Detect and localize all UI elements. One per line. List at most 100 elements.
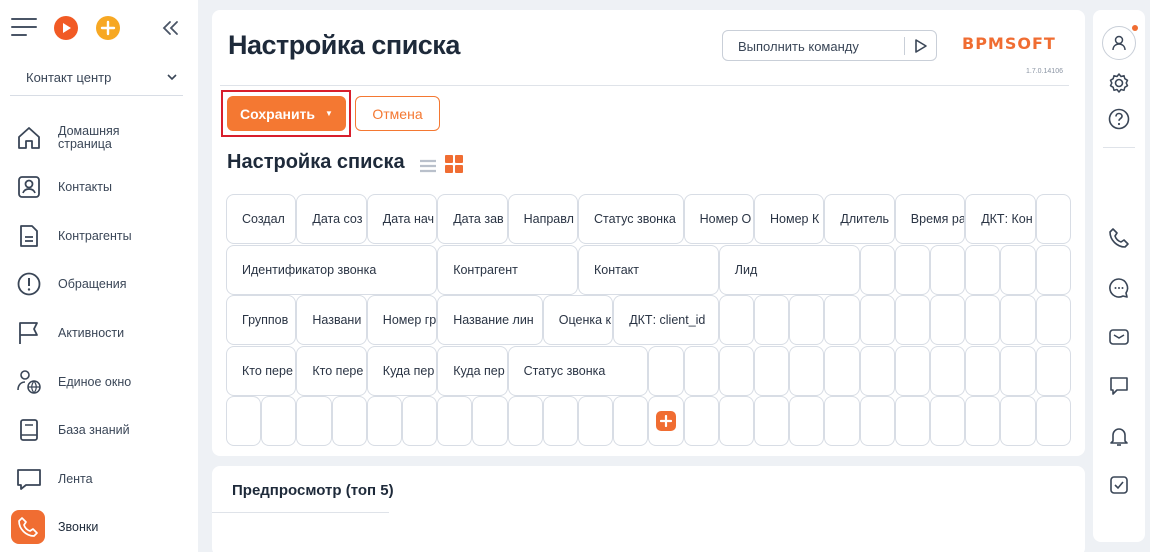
help-icon[interactable] [1106, 106, 1132, 132]
empty-grid-cell[interactable] [894, 244, 930, 295]
empty-grid-cell[interactable] [930, 295, 966, 346]
sidebar-item-cases[interactable]: Обращения [0, 261, 198, 307]
run-command-icon[interactable] [914, 38, 928, 59]
column-cell[interactable]: Идентификатор звонка [226, 244, 438, 295]
empty-grid-cell[interactable] [824, 396, 860, 447]
empty-grid-cell[interactable] [930, 396, 966, 447]
empty-grid-cell[interactable] [894, 295, 930, 346]
sidebar-item-home[interactable]: Домашняя страница [0, 115, 198, 161]
user-profile-icon[interactable] [1102, 25, 1138, 60]
empty-grid-cell[interactable] [859, 396, 895, 447]
column-cell[interactable]: Дата зав [437, 194, 508, 244]
empty-grid-cell[interactable] [613, 396, 649, 447]
column-cell[interactable]: Длитель [824, 194, 895, 244]
empty-grid-cell[interactable] [1035, 345, 1071, 396]
cancel-button[interactable]: Отмена [355, 96, 440, 131]
empty-grid-cell[interactable] [859, 295, 895, 346]
mail-icon[interactable] [1106, 324, 1132, 350]
empty-grid-cell[interactable] [718, 396, 754, 447]
gear-icon[interactable] [1106, 70, 1132, 96]
empty-grid-cell[interactable] [683, 396, 719, 447]
empty-grid-cell[interactable] [648, 345, 684, 396]
sidebar-item-omnichannel[interactable]: Единое окно [0, 359, 198, 405]
task-checkbox-icon[interactable] [1106, 472, 1132, 498]
empty-grid-cell[interactable] [507, 396, 543, 447]
column-cell[interactable]: ДКТ: client_id [613, 295, 719, 346]
empty-grid-cell[interactable] [683, 345, 719, 396]
column-cell[interactable]: Номер О [683, 194, 754, 244]
empty-grid-cell[interactable] [648, 396, 684, 447]
empty-grid-cell[interactable] [789, 345, 825, 396]
sidebar-item-accounts[interactable]: Контрагенты [0, 213, 198, 259]
column-cell[interactable]: Контакт [578, 244, 719, 295]
column-cell[interactable]: Оценка к [542, 295, 614, 346]
column-cell[interactable]: Статус звонка [507, 345, 649, 396]
empty-grid-cell[interactable] [894, 396, 930, 447]
empty-grid-cell[interactable] [859, 244, 895, 295]
empty-grid-cell[interactable] [1035, 396, 1071, 447]
empty-grid-cell[interactable] [930, 244, 966, 295]
empty-grid-cell[interactable] [824, 345, 860, 396]
column-cell[interactable]: ДКТ: Кон [965, 194, 1036, 244]
empty-grid-cell[interactable] [824, 295, 860, 346]
column-cell[interactable]: Кто пере [296, 345, 367, 396]
empty-grid-cell[interactable] [1000, 244, 1036, 295]
message-icon[interactable] [1106, 373, 1132, 399]
empty-grid-cell[interactable] [789, 295, 825, 346]
column-cell[interactable]: Группов [226, 295, 297, 346]
empty-grid-cell[interactable] [718, 345, 754, 396]
empty-grid-cell[interactable] [894, 345, 930, 396]
empty-grid-cell[interactable] [930, 345, 966, 396]
save-button[interactable]: Сохранить ▼ [227, 96, 346, 131]
empty-grid-cell[interactable] [965, 396, 1001, 447]
empty-grid-cell[interactable] [718, 295, 754, 346]
add-column-icon[interactable] [655, 411, 676, 432]
column-cell[interactable]: Название лин [437, 295, 543, 346]
list-view-icon[interactable] [419, 159, 437, 178]
column-cell[interactable]: Контрагент [437, 244, 578, 295]
empty-grid-cell[interactable] [1000, 295, 1036, 346]
empty-grid-cell[interactable] [1035, 194, 1071, 244]
empty-grid-cell[interactable] [542, 396, 578, 447]
collapse-sidebar-icon[interactable] [160, 18, 182, 38]
empty-grid-cell[interactable] [578, 396, 614, 447]
column-cell[interactable]: Время ра [894, 194, 966, 244]
column-cell[interactable]: Направл [507, 194, 578, 244]
sidebar-item-activities[interactable]: Активности [0, 310, 198, 356]
empty-grid-cell[interactable] [472, 396, 508, 447]
empty-grid-cell[interactable] [261, 396, 297, 447]
column-cell[interactable]: Куда пер [366, 345, 438, 396]
empty-grid-cell[interactable] [1035, 244, 1071, 295]
column-cell[interactable]: Дата соз [296, 194, 367, 244]
empty-grid-cell[interactable] [754, 295, 790, 346]
column-cell[interactable]: Кто пере [226, 345, 297, 396]
empty-grid-cell[interactable] [437, 396, 473, 447]
add-icon[interactable] [95, 15, 121, 41]
empty-grid-cell[interactable] [226, 396, 262, 447]
empty-grid-cell[interactable] [754, 396, 790, 447]
empty-grid-cell[interactable] [366, 396, 402, 447]
empty-grid-cell[interactable] [1000, 345, 1036, 396]
empty-grid-cell[interactable] [296, 396, 332, 447]
column-cell[interactable]: Названи [296, 295, 367, 346]
empty-grid-cell[interactable] [789, 396, 825, 447]
tile-view-icon[interactable] [445, 155, 464, 179]
column-cell[interactable]: Дата нач [366, 194, 438, 244]
command-input[interactable]: Выполнить команду [722, 30, 937, 61]
empty-grid-cell[interactable] [859, 345, 895, 396]
column-cell[interactable]: Куда пер [437, 345, 508, 396]
menu-icon[interactable] [11, 16, 37, 38]
bell-icon[interactable] [1106, 423, 1132, 449]
column-cell[interactable]: Создал [226, 194, 297, 244]
empty-grid-cell[interactable] [965, 345, 1001, 396]
empty-grid-cell[interactable] [1035, 295, 1071, 346]
sidebar-item-contacts[interactable]: Контакты [0, 164, 198, 210]
column-cell[interactable]: Номер К [754, 194, 825, 244]
empty-grid-cell[interactable] [754, 345, 790, 396]
play-icon[interactable] [53, 15, 79, 41]
empty-grid-cell[interactable] [331, 396, 367, 447]
sidebar-item-knowledge-base[interactable]: База знаний [0, 407, 198, 453]
column-cell[interactable]: Номер гр [366, 295, 438, 346]
chat-icon[interactable] [1106, 275, 1132, 301]
sidebar-item-feed[interactable]: Лента [0, 456, 198, 502]
